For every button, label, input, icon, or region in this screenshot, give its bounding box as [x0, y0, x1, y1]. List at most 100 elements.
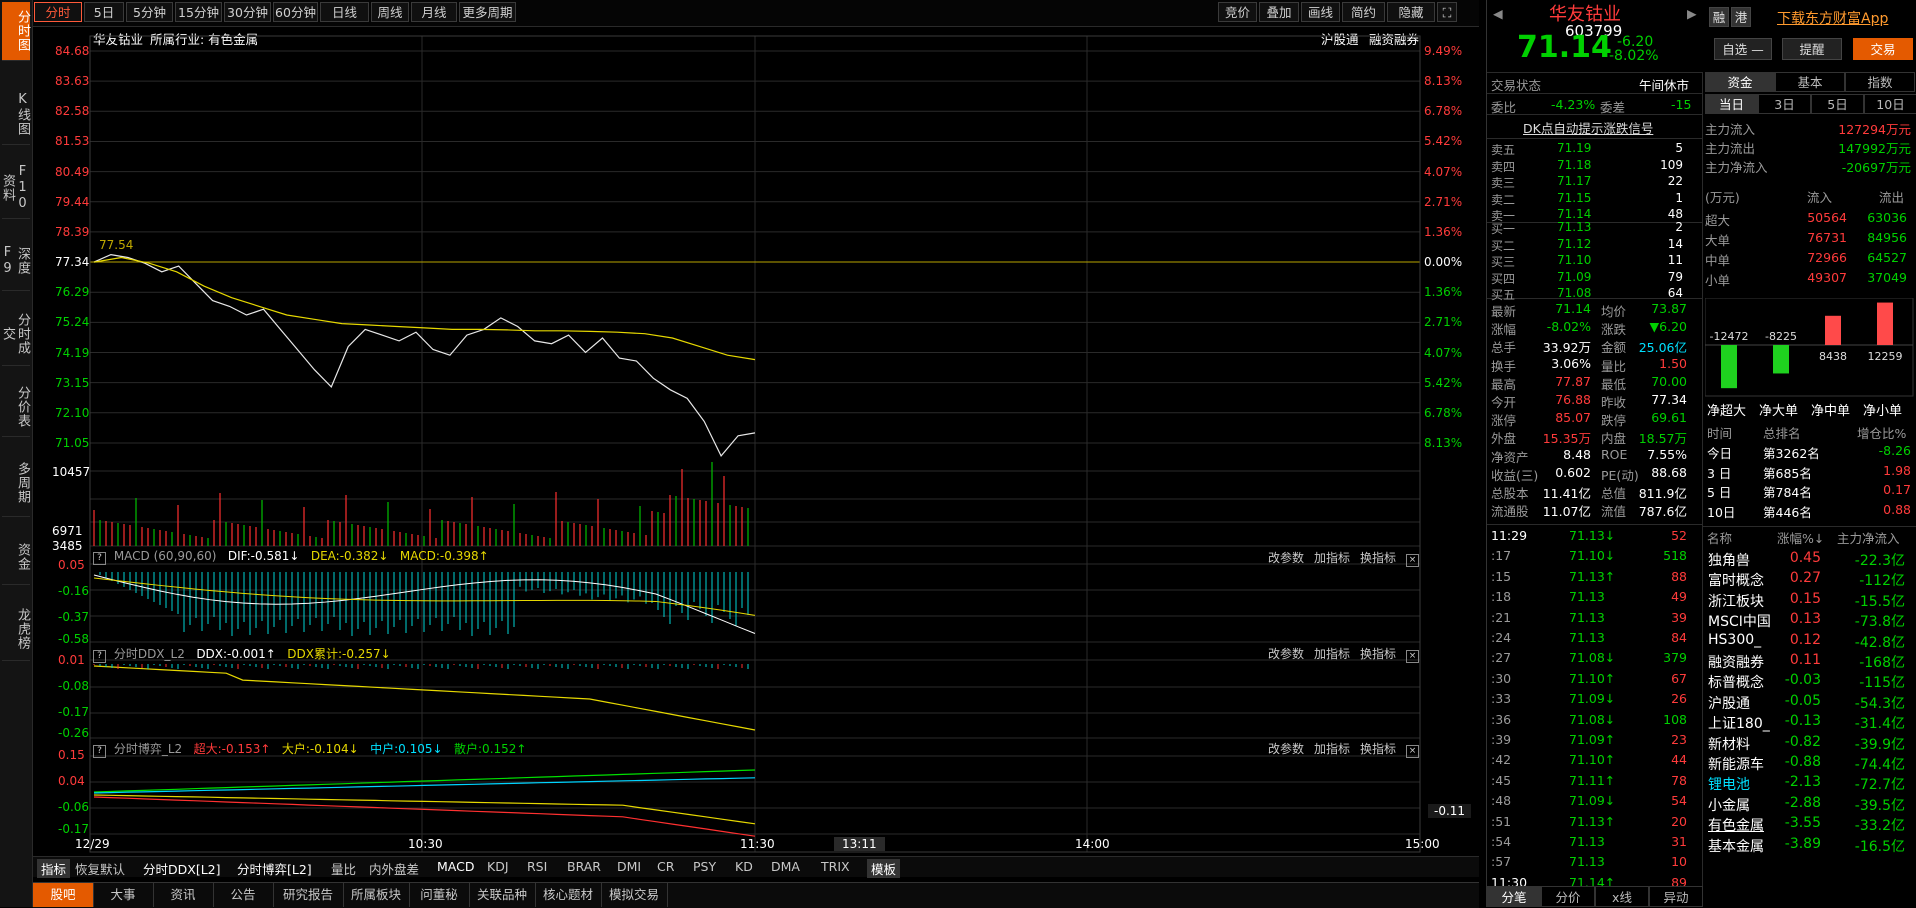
news-tab[interactable]: 大事 [93, 883, 154, 907]
news-tab[interactable]: 研究报告 [273, 883, 344, 907]
indicator-tab[interactable]: DMI [617, 859, 641, 874]
help-icon[interactable]: ? [93, 552, 106, 565]
rank-value: 第446名 [1763, 504, 1812, 520]
ask-price: 71.18 [1557, 157, 1592, 172]
indicator-tool-button[interactable]: 换指标 [1360, 551, 1396, 565]
indicator-tab[interactable]: PSY [693, 859, 716, 874]
indicator-tab[interactable]: 内外盘差 [369, 859, 419, 878]
pct-axis-label: 4.07% [1424, 164, 1463, 179]
tick-time: :36 [1491, 711, 1512, 727]
sector-change: 0.27 [1789, 570, 1821, 587]
sector-flow: -31.4亿 [1854, 716, 1905, 733]
flow-value: 127294万元 [1838, 122, 1911, 137]
tick-price: 71.09↓ [1569, 691, 1616, 707]
indicator-tab[interactable]: RSI [527, 859, 547, 874]
sector-name: 新材料 [1708, 736, 1750, 753]
indicator-tool-button[interactable]: 加指标 [1314, 742, 1350, 756]
fund-period-tab[interactable]: 3日 [1758, 94, 1811, 114]
indicator-tab[interactable]: 指标 [37, 859, 71, 878]
flow-value: -20697万元 [1841, 160, 1911, 175]
tick-time: 11:29 [1491, 528, 1528, 543]
tick-volume: 78 [1671, 772, 1687, 788]
news-tab[interactable]: 所属板块 [343, 883, 410, 907]
indicator-tab[interactable]: TRIX [821, 859, 850, 874]
close-icon[interactable]: × [1406, 650, 1420, 663]
indicator-tab[interactable]: DMA [771, 859, 800, 874]
news-tab[interactable]: 资讯 [153, 883, 214, 907]
tick-price: 71.10↑ [1569, 670, 1616, 686]
indicator-tab[interactable]: BRAR [567, 859, 601, 874]
alert-button[interactable]: 提醒 [1782, 38, 1842, 60]
fund-period-tab[interactable]: 当日 [1705, 94, 1758, 114]
indicator-tab[interactable]: 模板 [867, 859, 901, 878]
stat-value: ▼6.20 [1649, 319, 1687, 335]
trade-button[interactable]: 交易 [1853, 38, 1913, 60]
indicator-tab[interactable]: CR [657, 859, 674, 874]
pct-axis-label: 8.13% [1424, 435, 1463, 450]
fund-tab[interactable]: 基本 [1775, 72, 1845, 92]
indicator-tool-button[interactable]: 加指标 [1314, 551, 1350, 565]
bid-label: 买二 [1491, 238, 1516, 253]
ddx-value: DDX:-0.001↑ [196, 647, 276, 661]
net-flow-bar-label: 8438 [1819, 350, 1847, 363]
badge[interactable]: 融 [1709, 7, 1729, 27]
sector-name: 锂电池 [1708, 777, 1750, 794]
indicator-tool-button[interactable]: 换指标 [1360, 742, 1396, 756]
bid-volume: 11 [1667, 253, 1683, 267]
rank-header: 时间 [1707, 426, 1733, 441]
help-icon[interactable]: ? [93, 745, 106, 758]
fund-period-tab[interactable]: 10日 [1864, 94, 1916, 114]
close-icon[interactable]: × [1406, 745, 1420, 758]
ddx-axis-label: -0.17 [58, 705, 90, 719]
tick-volume: 84 [1671, 630, 1687, 645]
fund-tab[interactable]: 指数 [1845, 72, 1915, 92]
fund-period-tab[interactable]: 5日 [1811, 94, 1864, 114]
indicator-tab[interactable]: KDJ [487, 859, 509, 874]
indicator-tool-button[interactable]: 改参数 [1268, 742, 1304, 756]
indicator-tab[interactable]: 分时博弈[L2] [237, 859, 312, 878]
indicator-tab[interactable]: MACD [437, 859, 474, 874]
add-watchlist-button[interactable]: 自选 — [1714, 38, 1772, 60]
time-axis-label: 14:00 [1075, 837, 1110, 851]
stat-value: 77.87 [1555, 373, 1591, 389]
news-tab[interactable]: 问董秘 [409, 883, 470, 907]
ddx-axis-label: -0.26 [58, 726, 90, 740]
macd-header: ? MACD (60,90,60) DIF:-0.581↓ DEA:-0.382… [93, 549, 489, 565]
tick-time: :17 [1491, 548, 1512, 564]
sector-change: -2.13 [1784, 774, 1821, 791]
news-tab[interactable]: 关联品种 [469, 883, 536, 907]
indicator-tool-button[interactable]: 换指标 [1360, 647, 1396, 661]
badge[interactable]: 港 [1731, 7, 1751, 27]
next-stock-icon[interactable]: ▶ [1687, 6, 1697, 21]
pct-axis-label: 1.36% [1424, 285, 1463, 300]
indicator-tool-button[interactable]: 加指标 [1314, 647, 1350, 661]
fund-tab[interactable]: 资金 [1705, 72, 1775, 92]
sector-flow: -42.8亿 [1854, 634, 1905, 651]
tick-tab[interactable]: x线 [1595, 886, 1649, 907]
indicator-tab[interactable]: 分时DDX[L2] [143, 859, 220, 878]
close-icon[interactable]: × [1406, 554, 1420, 567]
pct-axis-label: 6.78% [1424, 405, 1463, 420]
stat-value: 70.00 [1651, 373, 1687, 389]
tick-tab[interactable]: 异动 [1649, 886, 1703, 907]
tick-volume: 52 [1671, 528, 1687, 543]
tick-tab[interactable]: 分笔 [1487, 886, 1541, 907]
sector-flow: -168亿 [1859, 655, 1905, 671]
indicator-tab[interactable]: KD [735, 859, 753, 874]
help-icon[interactable]: ? [93, 650, 106, 663]
indicator-tab[interactable]: 量比 [331, 859, 356, 878]
ddx-chart [93, 664, 756, 731]
indicator-tool-button[interactable]: 改参数 [1268, 647, 1304, 661]
news-tab[interactable]: 模拟交易 [601, 883, 668, 907]
indicator-tab[interactable]: 恢复默认 [75, 859, 125, 878]
tick-tab[interactable]: 分价 [1541, 886, 1595, 907]
sector-flow: -112亿 [1859, 573, 1905, 590]
news-tab[interactable]: 股吧 [33, 883, 94, 907]
news-tab[interactable]: 核心题材 [535, 883, 602, 907]
news-tab[interactable]: 公告 [213, 883, 274, 907]
indicator-tool-button[interactable]: 改参数 [1268, 551, 1304, 565]
prev-stock-icon[interactable]: ◀ [1493, 6, 1503, 21]
time-axis-label: 13:11 [834, 837, 885, 851]
net-flow-chart: -12472 -8225 8438 12259 [1705, 298, 1914, 397]
weibi-value: -4.23% [1551, 97, 1596, 112]
